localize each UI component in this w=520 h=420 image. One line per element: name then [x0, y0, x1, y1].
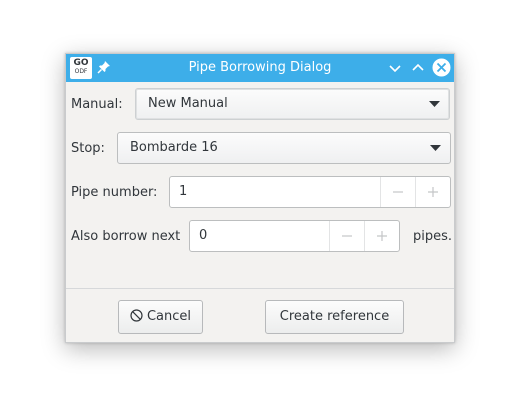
- stop-combo[interactable]: Bombarde 16: [117, 132, 451, 164]
- minus-icon: [393, 191, 403, 193]
- plus-icon: [428, 187, 438, 197]
- pipes-suffix-label: pipes.: [413, 229, 453, 244]
- close-icon[interactable]: [432, 58, 451, 77]
- pipe-borrowing-dialog: GO ODF Pipe Borrowing Dialog Manual: New…: [65, 53, 455, 343]
- cancel-button-label: Cancel: [146, 309, 192, 324]
- chevron-down-icon[interactable]: [386, 59, 404, 77]
- cancel-button[interactable]: Cancel: [118, 300, 203, 334]
- borrow-next-increment-button[interactable]: [364, 221, 399, 251]
- chevron-down-icon: [429, 101, 440, 107]
- chevron-down-icon: [430, 145, 441, 151]
- pipe-number-label: Pipe number:: [71, 185, 158, 200]
- button-separator: [66, 288, 454, 289]
- borrow-next-spinbox[interactable]: 0: [189, 220, 400, 252]
- pipe-number-value[interactable]: 1: [179, 177, 187, 207]
- create-reference-button[interactable]: Create reference: [265, 300, 404, 334]
- manual-label: Manual:: [71, 97, 123, 112]
- manual-value: New Manual: [148, 96, 228, 111]
- chevron-up-icon[interactable]: [409, 59, 427, 77]
- title-bar[interactable]: GO ODF Pipe Borrowing Dialog: [66, 54, 454, 82]
- stop-value: Bombarde 16: [130, 140, 218, 155]
- cancel-circle-icon: [130, 309, 143, 322]
- borrow-next-value[interactable]: 0: [199, 221, 207, 251]
- borrow-next-label: Also borrow next: [71, 229, 181, 244]
- pipe-number-increment-button[interactable]: [415, 177, 450, 207]
- plus-icon: [377, 231, 387, 241]
- manual-combo[interactable]: New Manual: [135, 88, 450, 120]
- pipe-number-decrement-button[interactable]: [380, 177, 415, 207]
- borrow-next-decrement-button[interactable]: [329, 221, 364, 251]
- pipe-number-spinbox[interactable]: 1: [169, 176, 451, 208]
- create-reference-button-label: Create reference: [279, 309, 390, 324]
- minus-icon: [342, 235, 352, 237]
- stop-label: Stop:: [71, 141, 105, 156]
